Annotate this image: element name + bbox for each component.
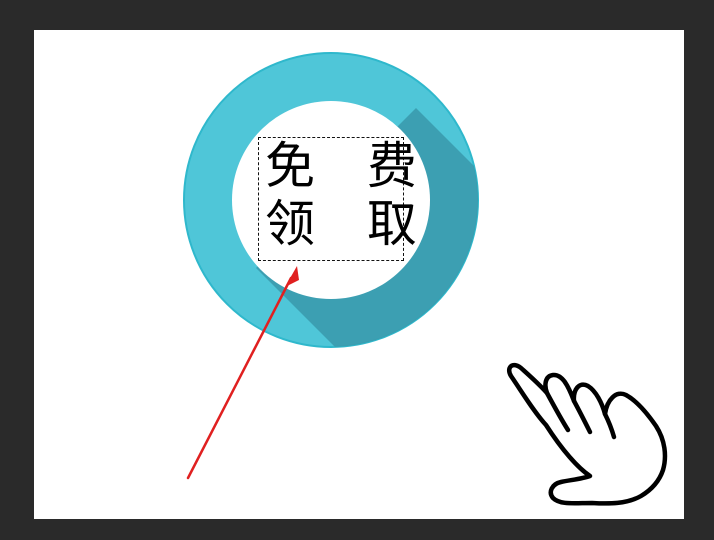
- hand-pointer-icon: [506, 362, 668, 506]
- canvas-artwork: [183, 52, 668, 506]
- document-canvas[interactable]: 免 费 领 取: [34, 30, 684, 519]
- badge-title-line-2: 领 取: [265, 195, 435, 253]
- editor-workspace: 免 费 领 取: [0, 0, 714, 540]
- text-selection-frame[interactable]: 免 费 领 取: [258, 137, 435, 261]
- badge-title-line-1: 免 费: [265, 137, 435, 195]
